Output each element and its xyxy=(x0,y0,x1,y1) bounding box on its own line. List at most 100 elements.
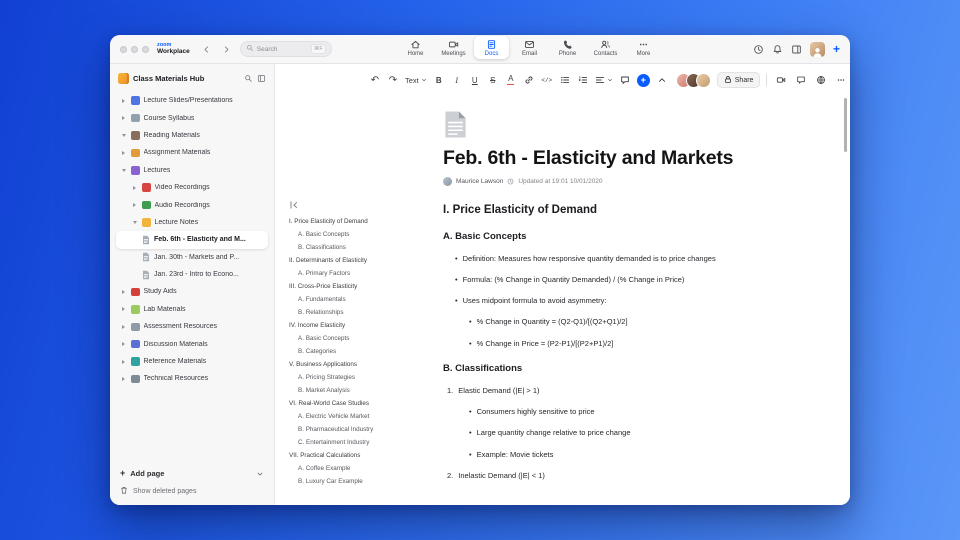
sidebar-item-lecture-notes[interactable]: Lecture Notes xyxy=(116,214,268,231)
sidebar-item-study-aids[interactable]: Study Aids xyxy=(116,283,268,300)
redo-button[interactable]: ↷ xyxy=(387,73,399,88)
side-panel-icon[interactable] xyxy=(791,44,802,55)
sidebar-search-icon[interactable] xyxy=(244,74,253,83)
numbered-list-button[interactable] xyxy=(577,73,589,88)
comment-button[interactable] xyxy=(619,73,631,88)
sidebar-item-feb-6-elasticity[interactable]: Feb. 6th - Elasticity and M... xyxy=(116,231,268,249)
outline-item[interactable]: A. Fundamentals xyxy=(289,293,441,306)
outline-item[interactable]: B. Pharmaceutical Industry xyxy=(289,423,441,436)
document-body[interactable]: Feb. 6th - Elasticity and Markets Mauric… xyxy=(443,110,785,493)
tab-contacts[interactable]: Contacts xyxy=(588,36,623,59)
text-color-button[interactable]: A xyxy=(505,73,517,88)
link-button[interactable] xyxy=(523,73,535,88)
add-page-button[interactable]: + Add page xyxy=(120,469,264,478)
sidebar-item-course-syllabus[interactable]: Course Syllabus xyxy=(116,109,268,126)
subsection-heading-a[interactable]: A. Basic Concepts xyxy=(443,231,785,242)
outline-item[interactable]: IV. Income Elasticity xyxy=(289,319,441,332)
sidebar-item-lecture-slides[interactable]: Lecture Slides/Presentations xyxy=(116,92,268,109)
outline-item[interactable]: A. Electric Vehicle Market xyxy=(289,410,441,423)
history-clock-icon[interactable] xyxy=(753,44,764,55)
forward-button[interactable] xyxy=(220,42,234,56)
bullet-item[interactable]: • Uses midpoint formula to avoid asymmetr… xyxy=(443,297,785,306)
tab-docs[interactable]: Docs xyxy=(474,36,509,59)
start-video-button[interactable] xyxy=(775,73,787,88)
subsection-heading-b[interactable]: B. Classifications xyxy=(443,363,785,374)
sidebar-item-reading-materials[interactable]: Reading Materials xyxy=(116,127,268,144)
sidebar-item-lab-materials[interactable]: Lab Materials xyxy=(116,301,268,318)
strikethrough-button[interactable]: S xyxy=(487,73,499,88)
sidebar-item-jan-23-intro[interactable]: Jan. 23rd - Intro to Econo... xyxy=(116,266,268,283)
tab-meetings[interactable]: Meetings xyxy=(436,36,471,59)
outline-item[interactable]: I. Price Elasticity of Demand xyxy=(289,215,441,228)
outline-item[interactable]: V. Business Applications xyxy=(289,358,441,371)
show-deleted-pages-button[interactable]: Show deleted pages xyxy=(120,486,264,496)
tab-email[interactable]: Email xyxy=(512,36,547,59)
insert-plus-button[interactable]: + xyxy=(636,73,650,87)
outline-item[interactable]: C. Entertainment Industry xyxy=(289,436,441,449)
close-window-button[interactable] xyxy=(120,45,127,53)
sidebar-item-lectures[interactable]: Lectures xyxy=(116,162,268,179)
share-button[interactable]: Share xyxy=(716,72,761,88)
tab-more[interactable]: More xyxy=(626,36,661,59)
sidebar-item-discussion-materials[interactable]: Discussion Materials xyxy=(116,335,268,352)
sidebar-item-technical-resources[interactable]: Technical Resources xyxy=(116,370,268,387)
language-button[interactable] xyxy=(815,73,827,88)
outline-item[interactable]: A. Basic Concepts xyxy=(289,228,441,241)
outline-item[interactable]: VI. Real-World Case Studies xyxy=(289,397,441,410)
user-avatar[interactable] xyxy=(809,41,825,57)
outline-item[interactable]: B. Categories xyxy=(289,345,441,358)
collaborator-avatar[interactable] xyxy=(695,72,711,88)
chevron-down-icon[interactable] xyxy=(256,470,264,478)
sidebar-item-assignment-materials[interactable]: Assignment Materials xyxy=(116,144,268,161)
back-button[interactable] xyxy=(200,42,214,56)
bullet-item[interactable]: • Definition: Measures how responsive qua… xyxy=(443,254,785,264)
maximize-window-button[interactable] xyxy=(142,45,149,53)
italic-button[interactable]: I xyxy=(451,73,463,88)
numbered-item[interactable]: 1. Elastic Demand (|E| > 1) xyxy=(443,386,785,396)
sub-bullet-item[interactable]: • Consumers highly sensitive to price xyxy=(443,408,785,417)
document-title[interactable]: Feb. 6th - Elasticity and Markets xyxy=(443,147,785,170)
sidebar-item-reference-materials[interactable]: Reference Materials xyxy=(116,353,268,370)
collapse-outline-icon[interactable] xyxy=(289,200,441,210)
outline-item[interactable]: B. Market Analysis xyxy=(289,384,441,397)
outline-item[interactable]: A. Coffee Example xyxy=(289,462,441,475)
outline-item[interactable]: B. Classifications xyxy=(289,241,441,254)
numbered-item[interactable]: 2. Inelastic Demand (|E| < 1) xyxy=(443,471,785,481)
outline-item[interactable]: A. Primary Factors xyxy=(289,267,441,280)
notifications-bell-icon[interactable] xyxy=(772,44,783,55)
global-search-input[interactable]: Search ⌘F xyxy=(239,41,332,57)
bold-button[interactable]: B xyxy=(433,73,445,88)
sub-bullet-item[interactable]: • Example: Movie tickets xyxy=(443,450,785,460)
collapse-sidebar-icon[interactable] xyxy=(257,74,266,83)
outline-item[interactable]: A. Basic Concepts xyxy=(289,332,441,345)
outline-item[interactable]: III. Cross-Price Elasticity xyxy=(289,280,441,293)
tab-phone[interactable]: Phone xyxy=(550,36,585,59)
collapse-toolbar-button[interactable] xyxy=(656,73,668,88)
minimize-window-button[interactable] xyxy=(131,45,138,53)
sidebar-item-video-recordings[interactable]: Video Recordings xyxy=(116,179,268,196)
undo-button[interactable]: ↶ xyxy=(369,73,381,88)
sub-bullet-item[interactable]: • Large quantity change relative to price… xyxy=(443,429,785,438)
sub-bullet-item[interactable]: •% Change in Price = (P2-P1)/[(P2+P1)/2] xyxy=(443,339,785,349)
outline-item[interactable]: B. Luxury Car Example xyxy=(289,475,441,488)
more-options-button[interactable] xyxy=(835,73,847,88)
tab-home[interactable]: Home xyxy=(398,36,433,59)
underline-button[interactable]: U xyxy=(469,73,481,88)
new-item-plus-button[interactable]: + xyxy=(833,43,840,55)
sub-bullet-item[interactable]: •% Change in Quantity = (Q2-Q1)/[(Q2+Q1)… xyxy=(443,318,785,327)
bullet-item[interactable]: • Formula: (% Change in Quantity Demanded… xyxy=(443,275,785,285)
bulleted-list-button[interactable] xyxy=(559,73,571,88)
outline-item[interactable]: II. Determinants of Elasticity xyxy=(289,254,441,267)
outline-item[interactable]: VII. Practical Calculations xyxy=(289,449,441,462)
text-style-dropdown[interactable]: Text xyxy=(405,73,427,88)
sidebar-item-assessment-resources[interactable]: Assessment Resources xyxy=(116,318,268,335)
section-heading-1[interactable]: I. Price Elasticity of Demand xyxy=(443,204,785,216)
alignment-dropdown[interactable] xyxy=(595,73,613,88)
outline-item[interactable]: B. Relationships xyxy=(289,306,441,319)
sidebar-item-audio-recordings[interactable]: Audio Recordings xyxy=(116,196,268,213)
chat-button[interactable] xyxy=(795,73,807,88)
outline-item[interactable]: A. Pricing Strategies xyxy=(289,371,441,384)
document-cover-icon[interactable] xyxy=(443,110,785,139)
code-button[interactable]: </> xyxy=(541,73,553,88)
sidebar-item-jan-30-markets[interactable]: Jan. 30th - Markets and P... xyxy=(116,249,268,266)
